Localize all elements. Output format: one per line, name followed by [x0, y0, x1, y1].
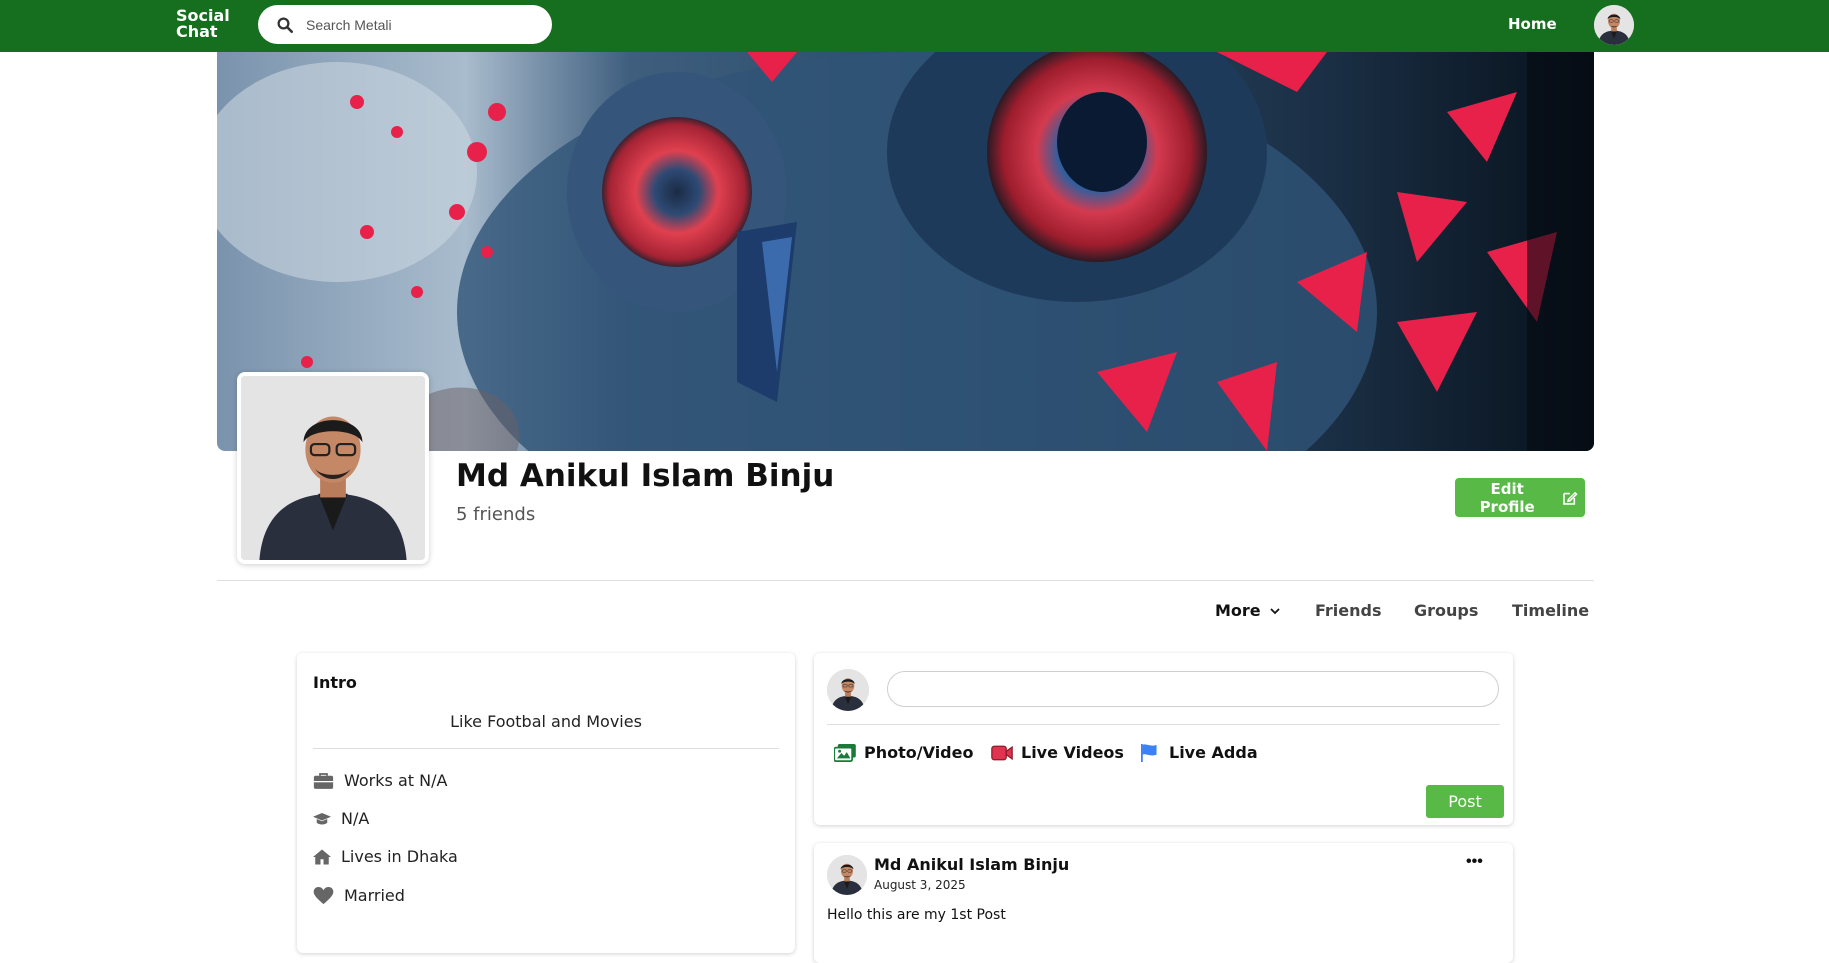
- top-navbar: Social Chat Home: [0, 0, 1829, 52]
- avatar: [827, 669, 869, 711]
- live-videos-label: Live Videos: [1021, 743, 1124, 762]
- intro-card: Intro Like Footbal and Movies Works at N…: [297, 653, 795, 953]
- intro-work-text: Works at N/A: [344, 771, 448, 790]
- brand-line-2: Chat: [176, 22, 218, 41]
- live-videos-button[interactable]: Live Videos: [991, 743, 1124, 762]
- home-icon: [313, 849, 331, 864]
- intro-divider: [313, 748, 779, 749]
- tab-friends[interactable]: Friends: [1315, 601, 1382, 620]
- intro-lives: Lives in Dhaka: [313, 847, 458, 866]
- video-icon: [991, 745, 1013, 760]
- profile-divider: [217, 580, 1594, 581]
- live-adda-label: Live Adda: [1169, 743, 1258, 762]
- search-box[interactable]: [258, 5, 552, 44]
- avatar[interactable]: [827, 855, 867, 895]
- flag-icon: [1141, 743, 1157, 762]
- photo-video-label: Photo/Video: [864, 743, 974, 762]
- photo-icon: [834, 743, 856, 762]
- composer-divider: [827, 724, 1500, 725]
- intro-relationship: Married: [313, 886, 405, 905]
- chevron-down-icon: [1270, 607, 1280, 614]
- intro-education-text: N/A: [341, 809, 370, 828]
- tab-more-label: More: [1215, 601, 1261, 620]
- tab-groups[interactable]: Groups: [1414, 601, 1478, 620]
- edit-icon: [1563, 491, 1578, 505]
- heart-icon: [313, 886, 334, 904]
- post-card: Md Anikul Islam Binju August 3, 2025 •••…: [814, 843, 1513, 963]
- post-input[interactable]: [887, 671, 1499, 707]
- brand-logo[interactable]: Social Chat: [176, 8, 230, 40]
- post-composer: Photo/Video Live Videos Live Adda Post: [814, 653, 1513, 825]
- edit-profile-button[interactable]: Edit Profile: [1455, 478, 1585, 517]
- graduation-cap-icon: [313, 812, 331, 824]
- post-text: Hello this are my 1st Post: [827, 907, 1006, 923]
- profile-name: Md Anikul Islam Binju: [456, 458, 835, 494]
- post-date: August 3, 2025: [874, 878, 966, 892]
- avatar[interactable]: [1594, 5, 1634, 45]
- live-adda-button[interactable]: Live Adda: [1139, 743, 1258, 762]
- edit-profile-label: Edit Profile: [1479, 479, 1535, 516]
- profile-picture[interactable]: [237, 372, 429, 564]
- search-input[interactable]: [304, 13, 538, 37]
- tab-more[interactable]: More: [1215, 601, 1281, 620]
- intro-lives-text: Lives in Dhaka: [341, 847, 458, 866]
- tab-timeline[interactable]: Timeline: [1512, 601, 1589, 620]
- intro-education: N/A: [313, 809, 369, 828]
- home-link[interactable]: Home: [1508, 15, 1557, 33]
- post-button[interactable]: Post: [1426, 785, 1504, 818]
- photo-video-button[interactable]: Photo/Video: [834, 743, 973, 762]
- profile-photo: [241, 376, 425, 560]
- intro-work: Works at N/A: [313, 771, 447, 790]
- friends-count[interactable]: 5 friends: [456, 504, 535, 525]
- ellipsis-icon[interactable]: •••: [1466, 853, 1483, 871]
- post-author[interactable]: Md Anikul Islam Binju: [874, 855, 1069, 874]
- briefcase-icon: [313, 772, 334, 789]
- search-icon: [277, 17, 294, 34]
- intro-relationship-text: Married: [344, 886, 405, 905]
- intro-title: Intro: [313, 673, 357, 692]
- intro-bio: Like Footbal and Movies: [450, 712, 642, 731]
